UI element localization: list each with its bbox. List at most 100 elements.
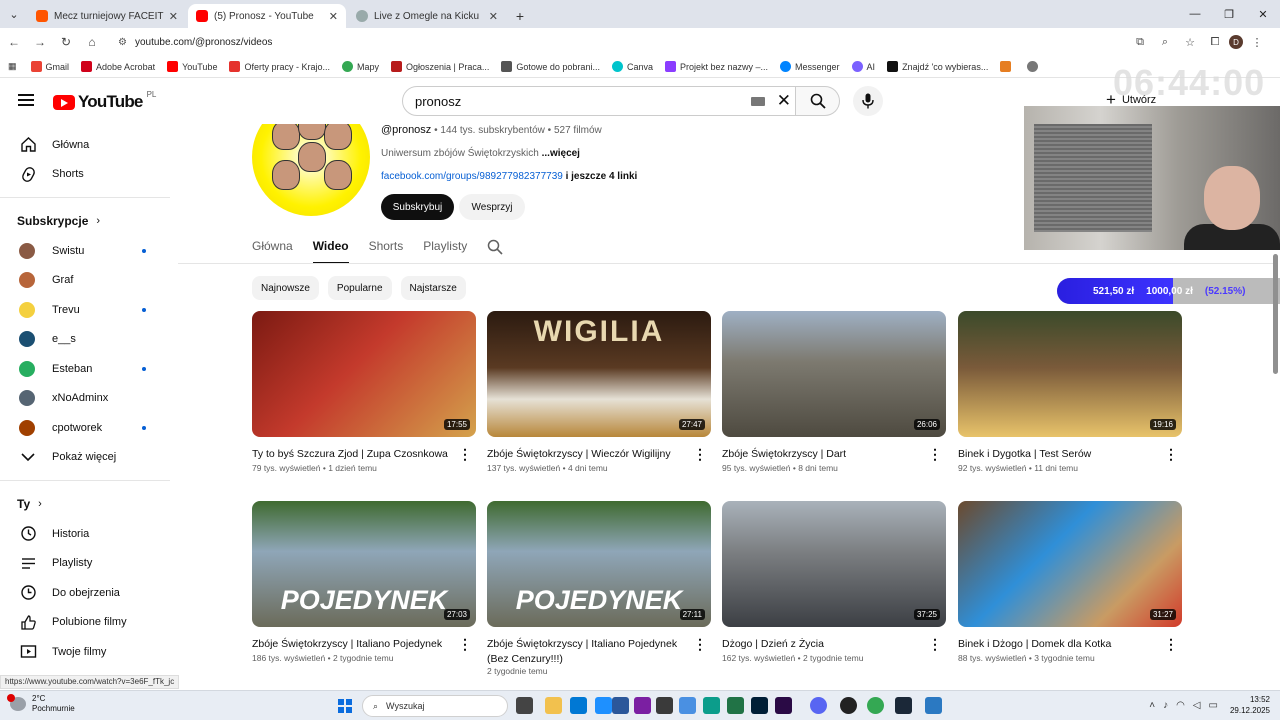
video-card[interactable]: 26:06 Zbóje Świętokrzyscy | Dart ⋮ 95 tys… bbox=[722, 311, 946, 473]
wifi-icon[interactable]: ◠ bbox=[1176, 700, 1185, 711]
video-thumbnail[interactable]: 17:55 bbox=[252, 311, 476, 437]
video-card[interactable]: WIGILIA 27:47 Zbóje Świętokrzyscy | Wiec… bbox=[487, 311, 711, 473]
video-card[interactable]: POJEDYNEK 27:03 Zbóje Świętokrzyscy | It… bbox=[252, 501, 476, 663]
video-title[interactable]: Zbóje Świętokrzyscy | Italiano Pojedynek… bbox=[252, 637, 476, 667]
chip-popular[interactable]: Popularne bbox=[327, 276, 392, 300]
start-windows-icon[interactable] bbox=[338, 699, 352, 713]
microphone-tray-icon[interactable]: ♪ bbox=[1163, 700, 1168, 711]
volume-icon[interactable]: ◁ bbox=[1193, 700, 1201, 711]
tab-shorts[interactable]: Shorts bbox=[369, 232, 404, 264]
sidebar-item-home[interactable]: Główna bbox=[0, 130, 170, 160]
sidebar-subscription[interactable]: Trevu bbox=[0, 295, 170, 325]
video-card[interactable]: 17:55 Ty to byś Szczura Zjod | Zupa Czos… bbox=[252, 311, 476, 473]
sidebar-item-history[interactable]: Historia bbox=[0, 519, 170, 549]
install-app-icon[interactable]: ⧉ bbox=[1129, 31, 1151, 53]
close-tab-icon[interactable]: ✕ bbox=[329, 10, 338, 23]
minimize-icon[interactable]: — bbox=[1178, 0, 1212, 28]
subscriptions-heading[interactable]: Subskrypcje › bbox=[0, 206, 170, 236]
sidebar-subscription[interactable]: Esteban bbox=[0, 354, 170, 384]
more-vert-icon[interactable]: ⋮ bbox=[458, 447, 472, 462]
sidebar-item-your-videos[interactable]: Twoje filmy bbox=[0, 637, 170, 667]
chevron-up-icon[interactable]: ˄ bbox=[1149, 700, 1155, 711]
back-arrow-icon[interactable]: ← bbox=[2, 30, 26, 54]
discord-icon[interactable] bbox=[810, 697, 827, 714]
apps-grid-icon[interactable]: ▦ bbox=[8, 61, 17, 72]
browser-tab-faceit[interactable]: Mecz turniejowy FACEIT - FACEIT ✕ bbox=[28, 4, 186, 28]
chrome-icon[interactable] bbox=[867, 697, 884, 714]
more-vert-icon[interactable]: ⋮ bbox=[693, 447, 707, 462]
maximize-icon[interactable]: ❐ bbox=[1212, 0, 1246, 28]
chip-oldest[interactable]: Najstarsze bbox=[400, 276, 466, 300]
youtube-logo[interactable]: YouTube PL bbox=[53, 90, 156, 112]
bookmark-gotowe[interactable]: Gotowe do pobrani... bbox=[501, 61, 600, 72]
more-vert-icon[interactable]: ⋮ bbox=[458, 637, 472, 652]
video-card[interactable]: 37:25 Dżogo | Dzień z Życia ⋮ 162 tys. wy… bbox=[722, 501, 946, 663]
channel-description[interactable]: Uniwersum zbójów Świętokrzyskich ...więc… bbox=[381, 148, 580, 159]
keyboard-icon[interactable] bbox=[750, 96, 765, 106]
you-heading[interactable]: Ty › bbox=[0, 489, 170, 519]
browser-tab-kick[interactable]: Live z Omegle na Kicku ✕ bbox=[348, 4, 506, 28]
close-window-icon[interactable]: ✕ bbox=[1246, 0, 1280, 28]
video-title[interactable]: Ty to byś Szczura Zjod | Zupa Czosnkowa ⋮ bbox=[252, 447, 476, 477]
video-title[interactable]: Zbóje Świętokrzyscy | Dart ⋮ bbox=[722, 447, 946, 477]
taskbar-search[interactable]: ⌕ Wyszukaj bbox=[362, 695, 508, 717]
bookmark-messenger[interactable]: Messenger bbox=[780, 61, 840, 72]
search-button[interactable] bbox=[796, 86, 840, 116]
address-bar[interactable]: ⚙ youtube.com/@pronosz/videos bbox=[110, 31, 1125, 53]
weather-widget[interactable]: 2°C Pochmurnie bbox=[7, 694, 75, 714]
video-thumbnail[interactable]: 37:25 bbox=[722, 501, 946, 627]
video-thumbnail[interactable]: POJEDYNEK 27:03 bbox=[252, 501, 476, 627]
channel-search-icon[interactable] bbox=[487, 232, 503, 264]
video-thumbnail[interactable]: POJEDYNEK 27:11 bbox=[487, 501, 711, 627]
bookmark-projekt[interactable]: Projekt bez nazwy –... bbox=[664, 61, 768, 72]
forward-arrow-icon[interactable]: → bbox=[28, 30, 52, 54]
bookmark-extra[interactable] bbox=[1000, 61, 1015, 72]
word-icon[interactable] bbox=[612, 697, 629, 714]
bookmark-star-icon[interactable]: ☆ bbox=[1179, 31, 1201, 53]
chip-newest[interactable]: Najnowsze bbox=[252, 276, 319, 300]
voice-search-button[interactable] bbox=[853, 86, 883, 116]
bookmark-ai[interactable]: AI bbox=[851, 61, 875, 72]
store-icon[interactable] bbox=[656, 697, 673, 714]
video-card[interactable]: 31:27 Binek i Dżogo | Domek dla Kotka ⋮ 8… bbox=[958, 501, 1182, 663]
mail-icon[interactable] bbox=[595, 697, 612, 714]
tab-search-icon[interactable]: ⌄ bbox=[0, 0, 28, 28]
bookmark-mapy[interactable]: Mapy bbox=[341, 61, 379, 72]
tab-playlists[interactable]: Playlisty bbox=[423, 232, 467, 264]
sidebar-item-liked[interactable]: Polubione filmy bbox=[0, 608, 170, 638]
steam-icon[interactable] bbox=[895, 697, 912, 714]
taskbar-clock[interactable]: 13:52 29.12.2025 bbox=[1230, 694, 1270, 716]
video-title[interactable]: Zbóje Świętokrzyscy | Wieczór Wigilijny ⋮ bbox=[487, 447, 711, 477]
extensions-icon[interactable]: ⧠ bbox=[1204, 31, 1226, 53]
close-tab-icon[interactable]: ✕ bbox=[169, 10, 178, 23]
bookmark-oferty[interactable]: Oferty pracy - Krajo... bbox=[229, 61, 330, 72]
photoshop-icon[interactable] bbox=[751, 697, 768, 714]
video-title[interactable]: Binek i Dygotka | Test Serów ⋮ bbox=[958, 447, 1182, 477]
edge-icon[interactable] bbox=[703, 697, 720, 714]
sidebar-subscription[interactable]: Graf bbox=[0, 266, 170, 296]
tab-home[interactable]: Główna bbox=[252, 232, 293, 264]
home-browser-icon[interactable]: ⌂ bbox=[80, 30, 104, 54]
channel-avatar[interactable] bbox=[252, 124, 370, 216]
browser-tab-youtube[interactable]: (5) Pronosz - YouTube ✕ bbox=[188, 4, 346, 28]
obs-icon[interactable] bbox=[840, 697, 857, 714]
sidebar-item-watch-later[interactable]: Do obejrzenia bbox=[0, 578, 170, 608]
more-vert-icon[interactable]: ⋮ bbox=[693, 637, 707, 652]
more-links[interactable]: i jeszcze 4 linki bbox=[566, 171, 638, 182]
battery-icon[interactable]: ▭ bbox=[1209, 700, 1218, 711]
sidebar-subscription[interactable]: cpotworek bbox=[0, 413, 170, 443]
bookmark-acrobat[interactable]: Adobe Acrobat bbox=[81, 61, 155, 72]
video-card[interactable]: 19:16 Binek i Dygotka | Test Serów ⋮ 92 t… bbox=[958, 311, 1182, 473]
file-explorer-icon[interactable] bbox=[545, 697, 562, 714]
profile-avatar[interactable]: D bbox=[1229, 35, 1243, 49]
video-thumbnail[interactable]: 26:06 bbox=[722, 311, 946, 437]
subscribe-button[interactable]: Subskrybuj bbox=[381, 194, 454, 220]
bookmark-tiktok[interactable]: Znajdź 'co wybieras... bbox=[887, 61, 988, 72]
video-title[interactable]: Binek i Dżogo | Domek dla Kotka ⋮ bbox=[958, 637, 1182, 667]
scrollbar-thumb[interactable] bbox=[1273, 254, 1278, 374]
more-vert-icon[interactable]: ⋮ bbox=[928, 637, 942, 652]
tab-videos[interactable]: Wideo bbox=[312, 232, 349, 264]
sidebar-item-shorts[interactable]: Shorts bbox=[0, 160, 170, 190]
show-more-button[interactable]: Pokaż więcej bbox=[0, 443, 170, 473]
facebook-link[interactable]: facebook.com/groups/989277982377739 bbox=[381, 171, 563, 182]
